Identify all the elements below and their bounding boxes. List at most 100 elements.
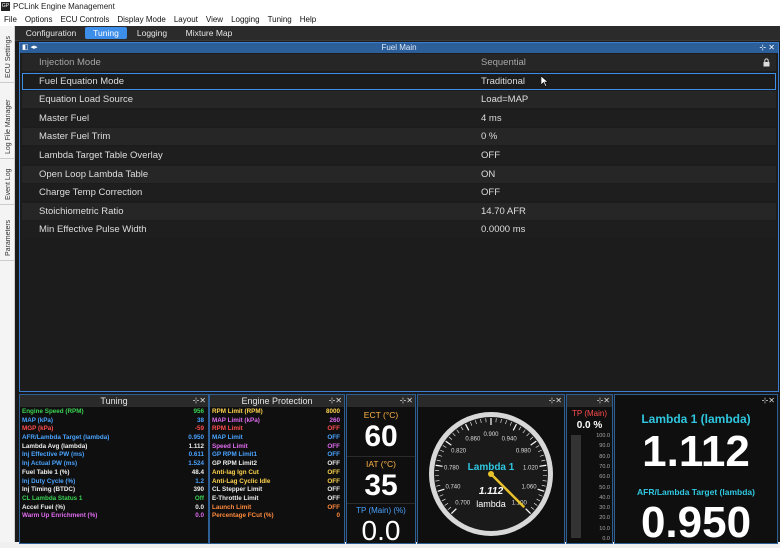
- fuel-param-row[interactable]: Master Fuel 4 ms: [22, 110, 776, 127]
- tp-bar-header: ⊹✕: [567, 395, 612, 407]
- tp-scale-label: 30.0: [599, 505, 610, 511]
- side-tab-label: ECU Settings: [5, 36, 12, 78]
- menu-bar: FileOptionsECU ControlsDisplay ModeLayou…: [0, 13, 780, 26]
- fuel-param-row[interactable]: Stoichiometric Ratio 14.70 AFR: [22, 203, 776, 220]
- param-name: Equation Load Source: [39, 91, 133, 108]
- item-value: 38: [197, 417, 204, 426]
- tab-logging[interactable]: Logging: [133, 27, 171, 39]
- gauge-panel-header: ⊹✕: [418, 395, 564, 407]
- menu-ecu-controls[interactable]: ECU Controls: [56, 13, 113, 26]
- menu-options[interactable]: Options: [21, 13, 57, 26]
- panel-close-icon[interactable]: ⊹✕: [329, 395, 342, 407]
- param-value[interactable]: Sequential: [481, 54, 526, 71]
- lambda1-value: 1.112: [615, 427, 777, 477]
- param-value[interactable]: 0.0000 ms: [481, 221, 525, 238]
- side-tab-parameters[interactable]: Parameters: [0, 210, 14, 261]
- menu-logging[interactable]: Logging: [227, 13, 263, 26]
- param-value[interactable]: OFF: [481, 184, 500, 201]
- list-item: MGP (kPa)-59: [22, 425, 206, 434]
- side-tab-strip: ECU Settings Log File Manager Event Log …: [0, 26, 15, 542]
- menu-display-mode[interactable]: Display Mode: [113, 13, 169, 26]
- param-value[interactable]: OFF: [481, 147, 500, 164]
- item-label: Inj Actual PW (ms): [22, 460, 77, 469]
- fuel-param-row[interactable]: Injection Mode Sequential: [22, 54, 776, 71]
- list-item: Fuel Table 1 (%)48.4: [22, 469, 206, 478]
- side-tab-ecu-settings[interactable]: ECU Settings: [0, 32, 14, 83]
- item-value: 0.950: [188, 434, 204, 443]
- tuning-panel-title: Tuning: [100, 396, 127, 406]
- side-tab-log-file-manager[interactable]: Log File Manager: [0, 88, 14, 159]
- param-value[interactable]: Traditional: [481, 73, 525, 90]
- item-label: RPM Limit (RPM): [212, 408, 263, 417]
- main-tab-bar: Configuration Tuning Logging Mixture Map: [15, 26, 780, 41]
- item-value: OFF: [327, 469, 340, 478]
- side-tab-label: Event Log: [5, 168, 12, 200]
- panel-close-icon[interactable]: ⊹✕: [762, 395, 775, 407]
- fuel-main-header: ◧ ◂▸ Fuel Main ⊹ ✕: [20, 43, 778, 53]
- item-label: Speed Limit: [212, 443, 248, 452]
- item-label: Inj Effective PW (ms): [22, 451, 84, 460]
- param-value[interactable]: ON: [481, 166, 495, 183]
- gauge-hub: [488, 471, 494, 477]
- param-name: Open Loop Lambda Table: [39, 166, 148, 183]
- item-label: Engine Speed (RPM): [22, 408, 84, 417]
- param-name: Master Fuel Trim: [39, 128, 110, 145]
- tp-scale-label: 90.0: [599, 443, 610, 449]
- param-value[interactable]: Load=MAP: [481, 91, 528, 108]
- list-item: E-Throttle LimitOFF: [212, 495, 342, 504]
- tab-mixture-map[interactable]: Mixture Map: [179, 27, 239, 39]
- panel-close-icon[interactable]: ⊹✕: [193, 395, 206, 407]
- item-value: OFF: [327, 486, 340, 495]
- item-value: 1.2: [195, 478, 204, 487]
- menu-layout[interactable]: Layout: [170, 13, 202, 26]
- gauge-tick-label: 0.940: [502, 436, 518, 442]
- param-value[interactable]: 4 ms: [481, 110, 502, 127]
- item-value: 0.611: [189, 451, 204, 460]
- tuning-values-list: Engine Speed (RPM)956MAP (kPa)38MGP (kPa…: [22, 408, 206, 521]
- gauge-tick-label: 0.980: [516, 448, 532, 454]
- param-value[interactable]: 0 %: [481, 128, 497, 145]
- param-name: Stoichiometric Ratio: [39, 203, 123, 220]
- divider: [347, 456, 415, 457]
- item-label: Warm Up Enrichment (%): [22, 512, 97, 521]
- fuel-main-title: Fuel Main: [381, 43, 416, 52]
- fuel-param-row[interactable]: Equation Load Source Load=MAP: [22, 91, 776, 108]
- fuel-param-row[interactable]: Min Effective Pulse Width0.0000 ms: [22, 221, 776, 238]
- gauge-tick-label: 1.060: [522, 484, 538, 490]
- tab-configuration[interactable]: Configuration: [21, 27, 81, 39]
- item-value: 260: [329, 417, 340, 426]
- menu-tuning[interactable]: Tuning: [264, 13, 296, 26]
- item-value: 0.0: [195, 504, 204, 513]
- item-value: 0.0: [195, 512, 204, 521]
- param-value[interactable]: 14.70 AFR: [481, 203, 526, 220]
- param-name: Injection Mode: [39, 54, 101, 71]
- menu-file[interactable]: File: [0, 13, 21, 26]
- panel-close-icon[interactable]: ⊹✕: [549, 395, 562, 407]
- menu-help[interactable]: Help: [296, 13, 320, 26]
- fuel-param-row[interactable]: Charge Temp CorrectionOFF: [22, 184, 776, 201]
- list-item: CL Stepper LimitOFF: [212, 486, 342, 495]
- fuel-param-row[interactable]: Lambda Target Table OverlayOFF: [22, 147, 776, 164]
- item-label: Anti-lag Ign Cut: [212, 469, 259, 478]
- tp-scale-label: 10.0: [599, 526, 610, 532]
- tab-tuning[interactable]: Tuning: [85, 27, 127, 39]
- item-value: OFF: [327, 443, 340, 452]
- gauge-tick-label: 0.860: [465, 436, 481, 442]
- item-value: OFF: [327, 434, 340, 443]
- item-value: OFF: [327, 504, 340, 513]
- fuel-param-row[interactable]: Fuel Equation ModeTraditional: [22, 73, 776, 90]
- param-name: Master Fuel: [39, 110, 89, 127]
- mouse-pointer-icon: [541, 76, 549, 87]
- fuel-param-row[interactable]: Master Fuel Trim 0 %: [22, 128, 776, 145]
- pin-icon[interactable]: ⊹: [759, 43, 766, 52]
- tp-value: 0.0: [347, 515, 415, 547]
- panel-close-icon[interactable]: ⊹✕: [400, 395, 413, 407]
- list-item: Inj Timing (BTDC)390: [22, 486, 206, 495]
- close-icon[interactable]: ✕: [768, 43, 775, 52]
- side-tab-event-log[interactable]: Event Log: [0, 164, 14, 205]
- fuel-param-row[interactable]: Open Loop Lambda Table ON: [22, 166, 776, 183]
- panel-nav-icon[interactable]: ◧ ◂▸: [22, 43, 38, 53]
- menu-view[interactable]: View: [202, 13, 227, 26]
- panel-close-icon[interactable]: ⊹✕: [597, 395, 610, 407]
- tuning-panel: Tuning ⊹✕ Engine Speed (RPM)956MAP (kPa)…: [19, 394, 209, 544]
